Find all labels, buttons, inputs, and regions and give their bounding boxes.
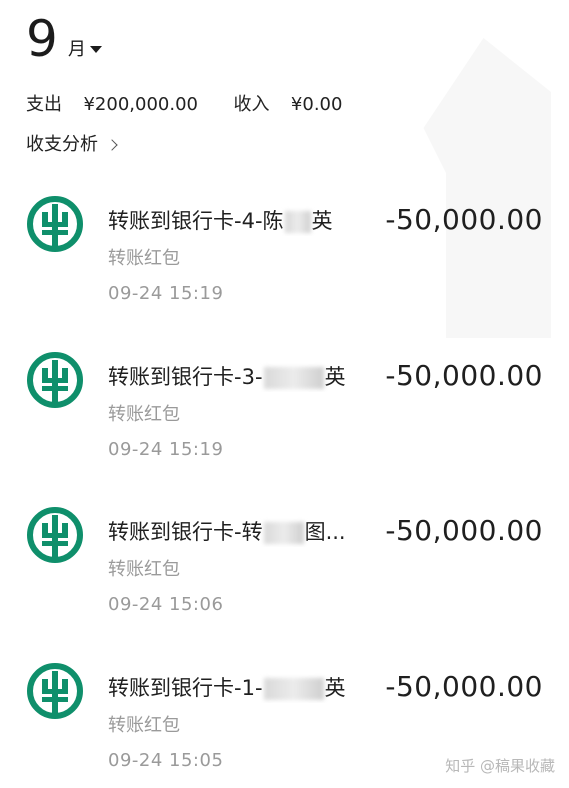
month-number: 9: [26, 10, 58, 68]
transaction-amount: -50,000.00: [385, 359, 543, 392]
agricultural-bank-logo-icon: [27, 352, 83, 408]
redacted-name: [263, 367, 324, 389]
transaction-amount: -50,000.00: [385, 514, 543, 547]
transaction-row[interactable]: 转账到银行卡-3- 英 -50,000.00 转账红包 09-24 15:19: [0, 352, 569, 482]
chevron-right-icon: [106, 139, 118, 151]
agricultural-bank-logo-icon: [27, 663, 83, 719]
transaction-time: 09-24 15:19: [108, 283, 224, 304]
agricultural-bank-logo-icon: [27, 507, 83, 563]
income-label: 收入: [233, 94, 270, 115]
transaction-time: 09-24 15:05: [108, 750, 224, 771]
transaction-title: 转账到银行卡-4-陈英: [108, 209, 333, 233]
transaction-title: 转账到银行卡-转 图...: [108, 520, 346, 544]
redacted-name: [284, 211, 311, 233]
watermark: 知乎 @稿果收藏: [445, 757, 555, 775]
transaction-time: 09-24 15:19: [108, 439, 224, 460]
transaction-time: 09-24 15:06: [108, 594, 224, 615]
transaction-row[interactable]: 转账到银行卡-4-陈英 -50,000.00 转账红包 09-24 15:19: [0, 196, 569, 326]
bill-screen: { "header": { "month": "9", "month_unit"…: [0, 0, 569, 788]
transaction-title: 转账到银行卡-1- 英: [108, 676, 346, 700]
income-amount: ¥0.00: [290, 94, 343, 115]
month-unit-label: 月: [67, 39, 86, 60]
month-selector[interactable]: 9 月: [26, 8, 102, 70]
transaction-type: 转账红包: [108, 248, 180, 269]
transaction-title: 转账到银行卡-3- 英: [108, 365, 346, 389]
monthly-summary: 支出 ¥200,000.00 收入 ¥0.00: [26, 92, 342, 118]
redacted-name: [263, 522, 304, 544]
transaction-amount: -50,000.00: [385, 203, 543, 236]
caret-down-icon[interactable]: [89, 46, 102, 53]
transaction-amount: -50,000.00: [385, 670, 543, 703]
analysis-label: 收支分析: [26, 134, 98, 155]
transaction-type: 转账红包: [108, 404, 180, 425]
redacted-name: [263, 678, 324, 700]
expense-amount: ¥200,000.00: [83, 94, 198, 115]
transaction-type: 转账红包: [108, 715, 180, 736]
agricultural-bank-logo-icon: [27, 196, 83, 252]
transaction-row[interactable]: 转账到银行卡-转 图... -50,000.00 转账红包 09-24 15:06: [0, 507, 569, 637]
analysis-link[interactable]: 收支分析: [26, 132, 118, 158]
expense-label: 支出: [26, 94, 62, 115]
transaction-type: 转账红包: [108, 559, 180, 580]
